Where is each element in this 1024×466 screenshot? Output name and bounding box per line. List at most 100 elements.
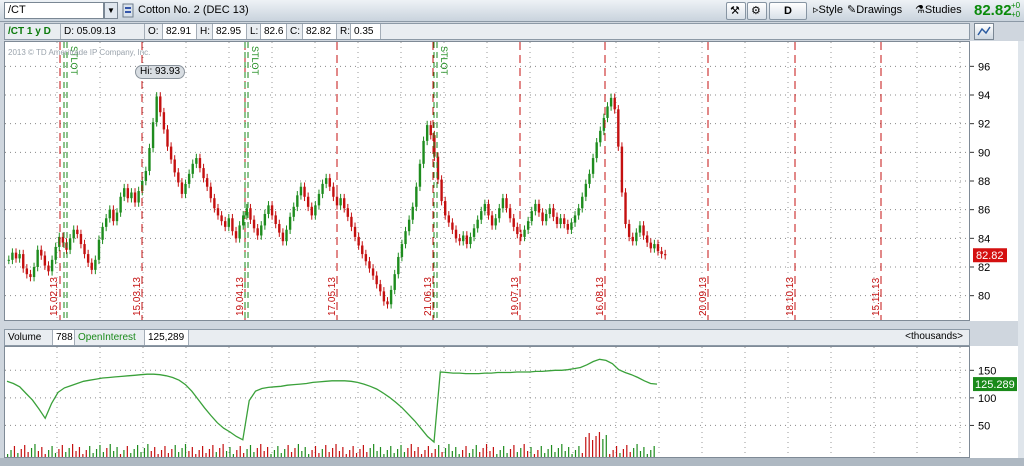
candle-body [649, 242, 652, 249]
candle-body [440, 179, 443, 202]
candle-body [642, 225, 645, 236]
volume-bar [61, 445, 63, 457]
volume-bar [636, 444, 638, 457]
symbol-tag[interactable]: /CT 1 y D [5, 24, 61, 39]
volume-bar [174, 445, 176, 457]
open-interest-value: 125,289 [145, 330, 189, 345]
link-icon[interactable] [122, 3, 134, 18]
volume-bar [164, 446, 166, 457]
candle-body [234, 231, 238, 239]
volume-bar [304, 447, 306, 457]
thinkorswim-chart-window: /CT ▼ Cotton No. 2 (DEC 13) ⚒ ⚙ D ▹Style… [0, 0, 1024, 466]
candle-body [386, 301, 389, 305]
candle-body [332, 186, 335, 197]
studies-menu[interactable]: ⚗Studies [912, 2, 968, 20]
volume-bar [249, 445, 252, 457]
volume-bar [595, 436, 597, 457]
candle-body [238, 225, 241, 239]
candle-body [526, 221, 530, 230]
date-marker-label: 20.09.13 [698, 277, 709, 316]
date-readout: D: 05.09.13 [61, 24, 145, 39]
candle-body [256, 228, 259, 236]
candle-body [209, 186, 212, 199]
aggregation-button[interactable]: D [769, 2, 807, 20]
candle-body [249, 208, 252, 220]
volume-bar [325, 445, 327, 457]
candle-body [617, 109, 620, 147]
horizontal-scrollbar[interactable] [0, 458, 1024, 466]
volume-bar [277, 446, 279, 457]
symbol-dropdown-icon[interactable]: ▼ [104, 2, 118, 19]
volume-bar [561, 444, 563, 457]
volume-bar [379, 447, 382, 457]
volume-bar [626, 445, 628, 457]
candle-body [54, 246, 57, 260]
chart-settings-icon[interactable] [974, 23, 994, 40]
open-value: 82.91 [163, 24, 197, 39]
volume-bar [332, 448, 334, 457]
volume-bar [150, 451, 152, 457]
vertical-scrollbar[interactable] [1018, 41, 1024, 458]
pencil-icon: ✎ [847, 4, 857, 16]
candle-body [285, 229, 288, 242]
volume-bar [530, 447, 532, 457]
range-value: 0.35 [351, 24, 381, 39]
drawings-menu[interactable]: ✎Drawings [844, 2, 910, 20]
volume-bar [516, 452, 518, 457]
volume-bar [92, 453, 94, 457]
volume-bar [34, 444, 36, 457]
candle-body [112, 209, 115, 222]
candle-body [483, 203, 487, 212]
volume-bar [417, 447, 419, 457]
last-price-badge-label: 82.82 [976, 250, 1004, 262]
volume-bar [328, 452, 330, 457]
volume-bar [431, 453, 433, 457]
candle-body [306, 196, 310, 207]
candle-body [267, 205, 270, 214]
candle-body [581, 196, 584, 209]
candle-body [292, 206, 295, 217]
price-axis[interactable]: 96 94 92 90 88 86 84 82 80 82.82 [970, 41, 1024, 321]
volume-bar [588, 433, 590, 457]
candle-body [36, 249, 39, 267]
volume-chart-panel[interactable] [4, 346, 970, 458]
low-value: 82.6 [261, 24, 287, 39]
volume-bar [208, 449, 211, 457]
volume-bar [550, 445, 553, 457]
volume-bar [503, 446, 505, 457]
volume-bar [287, 445, 289, 457]
price-chart-panel[interactable]: 15.03.13 19.04.13 17.05.13 21.06.13 19.07.13… [4, 41, 970, 321]
volume-bar [106, 448, 108, 457]
volume-bar [95, 449, 98, 457]
symbol-input[interactable]: /CT [4, 2, 104, 19]
volume-bar [523, 444, 525, 457]
candle-body [76, 229, 79, 235]
volume-bar [181, 448, 183, 457]
style-menu[interactable]: ▹Style [810, 2, 843, 20]
candle-body [115, 212, 119, 222]
volume-axis[interactable]: 150 100 50 125.289 [970, 346, 1024, 458]
volume-bar [643, 447, 645, 457]
high-bubble: Hi: 93.93 [135, 65, 186, 79]
high-label: H: [197, 24, 213, 39]
volume-bar [485, 444, 488, 457]
volume-bar [109, 444, 111, 457]
date-marker-label: 17.05.13 [327, 277, 338, 316]
candle-body [148, 148, 151, 171]
chart-toolbar: /CT ▼ Cotton No. 2 (DEC 13) ⚒ ⚙ D ▹Style… [0, 0, 1024, 22]
volume-bar [581, 453, 583, 457]
settings-tools-button[interactable]: ⚒ [726, 2, 746, 20]
volume-bar [386, 450, 388, 457]
volume-bar [602, 439, 604, 457]
volume-bar [527, 451, 529, 457]
candle-body [317, 193, 321, 206]
volume-bar [184, 444, 187, 457]
volume-bar [383, 454, 385, 457]
candle-body [382, 291, 386, 302]
volume-bar [362, 445, 364, 457]
candle-body [573, 215, 577, 223]
candle-body [223, 221, 227, 227]
chart-tools-button[interactable]: ⚙ [747, 2, 767, 20]
candle-body [570, 222, 573, 230]
candle-body [288, 216, 292, 230]
